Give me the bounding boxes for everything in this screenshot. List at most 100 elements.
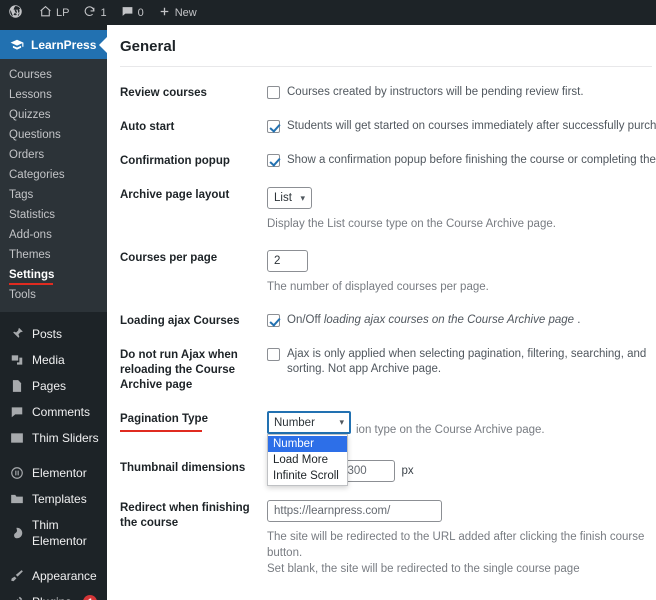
setting-field: 2 The number of displayed courses per pa… <box>267 250 656 295</box>
submenu-item-addons[interactable]: Add-ons <box>0 225 107 245</box>
pagination-type-annotation-underline <box>120 430 202 432</box>
comments-count: 0 <box>137 6 144 19</box>
submenu-item-tags[interactable]: Tags <box>0 185 107 205</box>
setting-label: Auto start <box>120 121 175 133</box>
submenu-item-orders[interactable]: Orders <box>0 145 107 165</box>
redirect-url-input[interactable]: https://learnpress.com/ <box>267 500 442 522</box>
paintbrush-icon <box>9 569 24 584</box>
submenu-item-settings-label: Settings <box>9 269 55 281</box>
archive-page-layout-select[interactable]: List ▾ <box>267 187 312 209</box>
setting-label: Confirmation popup <box>120 155 230 167</box>
chevron-down-icon: ▾ <box>300 192 305 203</box>
option-load-more[interactable]: Load More <box>268 452 347 468</box>
home-icon <box>39 5 52 20</box>
submenu-item-courses[interactable]: Courses <box>0 65 107 85</box>
setting-row-thumbnail-dimensions: Thumbnail dimensions 500 × 300 px <box>120 438 656 482</box>
submenu-item-themes[interactable]: Themes <box>0 245 107 265</box>
page-icon <box>9 379 24 394</box>
setting-label: Do not run Ajax when reloading the Cours… <box>120 349 238 391</box>
pagination-type-options-list: Number Load More Infinite Scroll <box>267 434 348 486</box>
checkbox-line: Ajax is only applied when selecting pagi… <box>267 347 656 377</box>
option-infinite-scroll[interactable]: Infinite Scroll <box>268 468 347 484</box>
select-value: Number <box>274 416 315 429</box>
checkbox-line: On/Off loading ajax courses on the Cours… <box>267 313 656 328</box>
sidebar-item-comments[interactable]: Comments <box>0 399 107 425</box>
sidebar-item-label: Plugins <box>32 594 71 600</box>
submenu-item-quizzes[interactable]: Quizzes <box>0 105 107 125</box>
sidebar-item-media[interactable]: Media <box>0 347 107 373</box>
sidebar-item-label: Templates <box>32 492 87 506</box>
submenu-item-tools[interactable]: Tools <box>0 285 107 305</box>
plugins-update-badge: 1 <box>83 595 98 600</box>
sidebar-item-plugins[interactable]: Plugins 1 <box>0 589 107 600</box>
elementor-icon <box>9 466 24 481</box>
comments-button[interactable]: 0 <box>114 0 151 25</box>
new-content-label: New <box>174 6 197 19</box>
sidebar-item-label: Posts <box>32 327 63 341</box>
submenu-item-statistics[interactable]: Statistics <box>0 205 107 225</box>
checkbox-line: Show a confirmation popup before finishi… <box>267 153 656 168</box>
wordpress-logo-button[interactable] <box>0 0 32 25</box>
setting-field: List ▾ Display the List course type on t… <box>267 187 656 232</box>
submenu-item-questions[interactable]: Questions <box>0 125 107 145</box>
site-name-label: LP <box>56 6 70 19</box>
setting-label: Review courses <box>120 87 207 99</box>
pagination-type-select[interactable]: Number ▾ <box>267 411 351 434</box>
plug-icon <box>9 595 24 600</box>
sidebar-item-label: Comments <box>32 405 91 419</box>
setting-row-review-courses: Review courses Courses created by instru… <box>120 67 656 101</box>
loading-ajax-checkbox[interactable] <box>267 314 280 327</box>
new-content-button[interactable]: New <box>151 0 204 25</box>
menu-separator-2 <box>0 451 107 460</box>
setting-label: Courses per page <box>120 252 218 264</box>
sidebar-item-appearance[interactable]: Appearance <box>0 563 107 589</box>
setting-field: Courses created by instructors will be p… <box>267 85 656 100</box>
dimension-unit-label: px <box>401 465 414 477</box>
ajax-text-emphasis: loading ajax courses on the Course Archi… <box>323 314 575 326</box>
checkbox-description: On/Off loading ajax courses on the Cours… <box>287 313 580 328</box>
submenu-item-settings[interactable]: Settings <box>0 265 107 285</box>
setting-description: Display the List course type on the Cour… <box>267 218 556 230</box>
sidebar-item-posts[interactable]: Posts <box>0 321 107 347</box>
sidebar-item-label: Media <box>32 353 65 367</box>
page-title: General <box>120 38 176 55</box>
setting-row-confirmation-popup: Confirmation popup Show a confirmation p… <box>120 135 656 169</box>
setting-row-redirect-finish-course: Redirect when finishing the course https… <box>120 482 656 577</box>
sidebar-item-pages[interactable]: Pages <box>0 373 107 399</box>
general-settings-panel: General Review courses Courses created b… <box>107 25 656 600</box>
sidebar-item-thim-elementor[interactable]: Thim Elementor <box>0 512 107 554</box>
sidebar-item-elementor[interactable]: Elementor <box>0 460 107 486</box>
thumbnail-height-input[interactable]: 300 <box>340 460 396 482</box>
courses-per-page-input[interactable]: 2 <box>267 250 308 272</box>
sidebar-item-learnpress[interactable]: LearnPress <box>0 30 107 59</box>
select-value: List <box>274 192 292 204</box>
auto-start-checkbox[interactable] <box>267 120 280 133</box>
confirmation-popup-checkbox[interactable] <box>267 154 280 167</box>
updates-button[interactable]: 1 <box>76 0 113 25</box>
pin-icon <box>9 327 24 342</box>
checkbox-line: Courses created by instructors will be p… <box>267 85 656 100</box>
settings-content-area: General Review courses Courses created b… <box>107 25 656 600</box>
checkbox-description: Students will get started on courses imm… <box>287 120 656 132</box>
wordpress-admin-screen: LP 1 0 New LearnPress Courses Lessons Qu… <box>0 0 656 600</box>
ajax-text-suffix: . <box>574 314 581 326</box>
setting-field: On/Off loading ajax courses on the Cours… <box>267 313 656 328</box>
thim-icon <box>9 526 24 541</box>
submenu-item-lessons[interactable]: Lessons <box>0 85 107 105</box>
submenu-item-categories[interactable]: Categories <box>0 165 107 185</box>
setting-row-loading-ajax-courses: Loading ajax Courses On/Off loading ajax… <box>120 295 656 329</box>
sidebar-item-templates[interactable]: Templates <box>0 486 107 512</box>
learnpress-submenu: Courses Lessons Quizzes Questions Orders… <box>0 59 107 312</box>
setting-row-auto-start: Auto start Students will get started on … <box>120 101 656 135</box>
no-ajax-reload-checkbox[interactable] <box>267 348 280 361</box>
admin-sidebar-menu: LearnPress Courses Lessons Quizzes Quest… <box>0 25 107 600</box>
current-menu-arrow-icon <box>99 36 107 53</box>
sidebar-item-thim-sliders[interactable]: Thim Sliders <box>0 425 107 451</box>
comment-bubble-icon <box>9 405 24 420</box>
sidebar-item-label: LearnPress <box>31 37 97 52</box>
site-name-button[interactable]: LP <box>32 0 76 25</box>
review-courses-checkbox[interactable] <box>267 86 280 99</box>
curriculum-settings-heading: Curriculum Settings <box>120 577 656 600</box>
option-number[interactable]: Number <box>268 436 347 452</box>
no-ajax-text-line2: Archive page. <box>370 363 442 375</box>
